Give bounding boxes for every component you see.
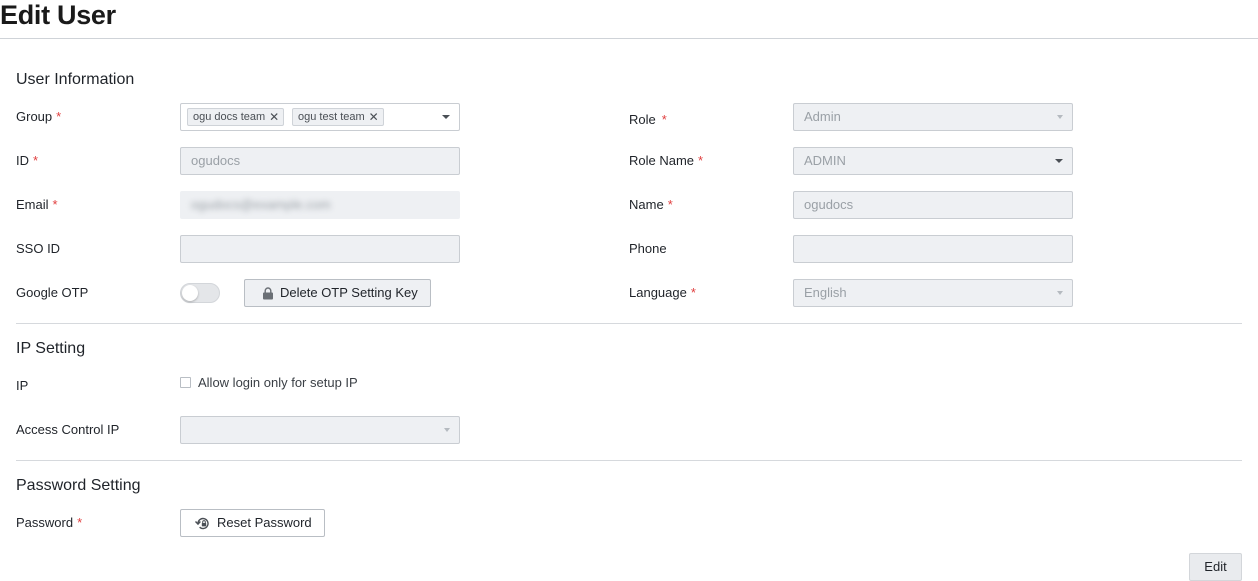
email-label: Email *	[16, 197, 58, 212]
google-otp-toggle[interactable]	[180, 283, 220, 303]
ip-label: IP	[16, 378, 29, 393]
required-mark: *	[52, 197, 58, 212]
toggle-knob	[182, 285, 198, 301]
role-label: Role *	[629, 112, 667, 127]
sso-id-label: SSO ID	[16, 241, 61, 256]
access-control-ip-select	[180, 416, 460, 444]
phone-label: Phone	[629, 241, 667, 256]
close-icon[interactable]: ✕	[269, 109, 279, 125]
required-mark: *	[698, 153, 704, 168]
language-label: Language *	[629, 285, 696, 300]
group-label: Group *	[16, 109, 62, 124]
email-field: ogudocs@example.com	[180, 191, 460, 219]
page-title: Edit User	[0, 0, 116, 30]
id-field: ogudocs	[180, 147, 460, 175]
email-value: ogudocs@example.com	[191, 197, 331, 212]
group-tag: ogu test team ✕	[292, 108, 384, 126]
section-divider	[16, 460, 1242, 461]
role-name-label: Role Name *	[629, 153, 704, 168]
allow-setup-ip-checkbox[interactable]	[180, 377, 191, 388]
sso-id-field	[180, 235, 460, 263]
edit-button[interactable]: Edit	[1189, 553, 1242, 581]
required-mark: *	[667, 197, 673, 212]
required-mark: *	[33, 153, 39, 168]
chevron-down-icon	[444, 428, 450, 432]
lock-icon	[262, 286, 274, 300]
google-otp-label: Google OTP	[16, 285, 89, 300]
reset-history-icon	[194, 516, 211, 531]
access-control-ip-label: Access Control IP	[16, 422, 120, 437]
close-icon[interactable]: ✕	[369, 109, 379, 125]
password-label: Password *	[16, 515, 83, 530]
group-tag: ogu docs team ✕	[187, 108, 285, 126]
title-divider	[0, 38, 1258, 39]
required-mark: *	[661, 112, 667, 127]
language-select: English	[793, 279, 1073, 307]
id-label: ID *	[16, 153, 39, 168]
section-title-password-setting: Password Setting	[16, 477, 141, 494]
delete-otp-key-button[interactable]: Delete OTP Setting Key	[244, 279, 431, 307]
role-select: Admin	[793, 103, 1073, 131]
phone-field	[793, 235, 1073, 263]
section-title-ip-setting: IP Setting	[16, 340, 86, 357]
chevron-down-icon	[1057, 115, 1063, 119]
required-mark: *	[77, 515, 83, 530]
section-divider	[16, 323, 1242, 324]
allow-setup-ip-label[interactable]: Allow login only for setup IP	[198, 375, 358, 391]
chevron-down-icon[interactable]	[442, 115, 450, 119]
role-name-select[interactable]: ADMIN	[793, 147, 1073, 175]
chevron-down-icon[interactable]	[1055, 159, 1063, 163]
reset-password-button[interactable]: Reset Password	[180, 509, 325, 537]
name-label: Name *	[629, 197, 673, 212]
group-multiselect[interactable]: ogu docs team ✕ ogu test team ✕	[180, 103, 460, 131]
chevron-down-icon	[1057, 291, 1063, 295]
required-mark: *	[690, 285, 696, 300]
section-title-user-information: User Information	[16, 71, 135, 88]
required-mark: *	[56, 109, 62, 124]
name-field: ogudocs	[793, 191, 1073, 219]
